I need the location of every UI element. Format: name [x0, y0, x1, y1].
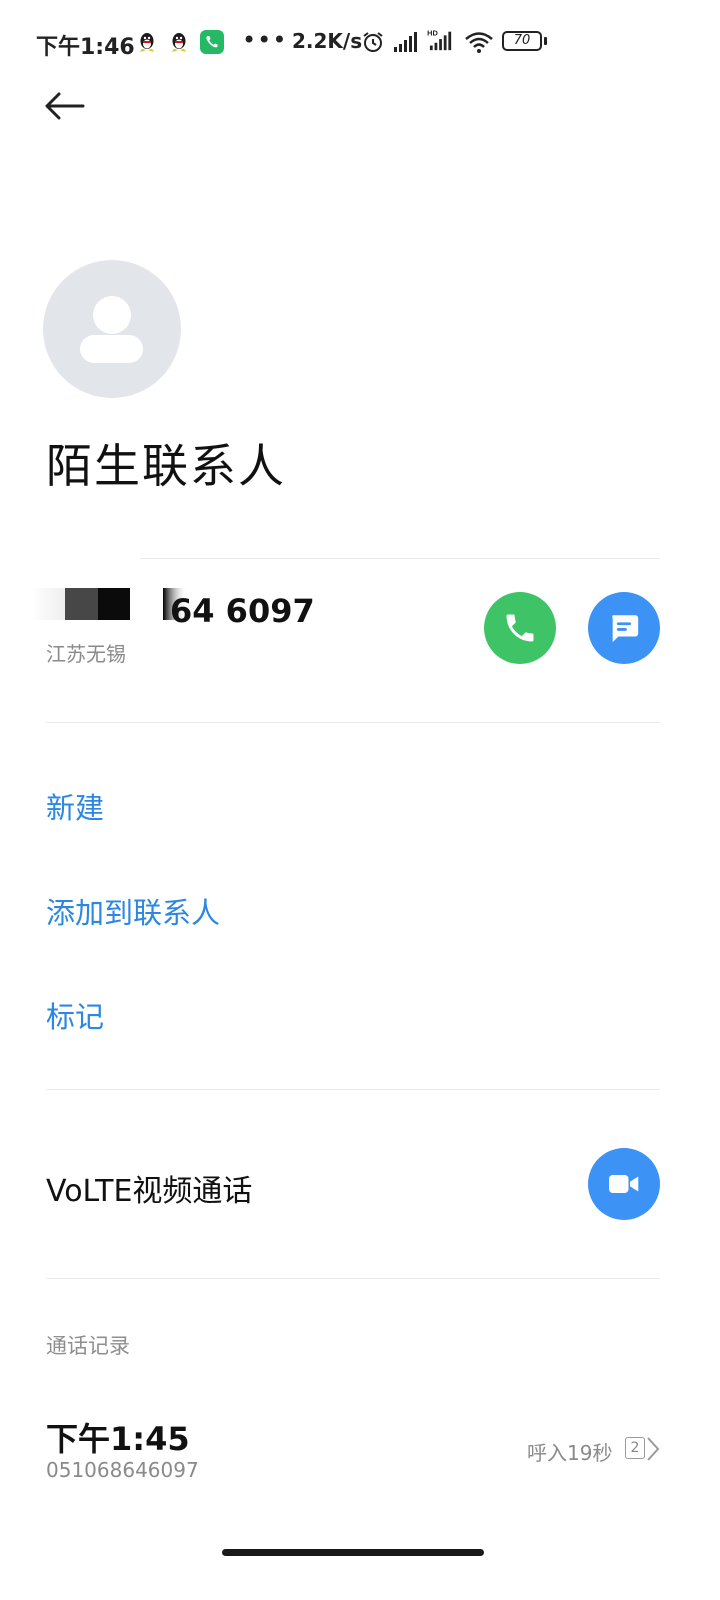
wifi-icon: [465, 32, 493, 53]
add-to-contacts-button[interactable]: 添加到联系人: [46, 890, 220, 932]
video-camera-icon: [609, 1175, 639, 1193]
message-button[interactable]: [588, 592, 660, 664]
status-time: 下午1:46: [36, 35, 135, 60]
phone-icon: [506, 614, 534, 642]
video-call-button[interactable]: [588, 1148, 660, 1220]
message-icon: [612, 615, 639, 643]
mark-button[interactable]: 标记: [46, 994, 104, 1036]
call-button[interactable]: [484, 592, 556, 664]
qq-icon: [172, 33, 186, 52]
divider: [46, 1278, 660, 1279]
alarm-icon: [363, 32, 383, 52]
back-arrow-icon: [45, 92, 85, 120]
more-dots-icon: •••: [242, 26, 288, 54]
person-icon: [80, 296, 143, 363]
avatar: [43, 260, 181, 398]
divider: [140, 558, 660, 559]
status-bar: 下午1:46 ••• 2.2K/s HD 70: [0, 0, 720, 84]
call-log-title: 通话记录: [46, 1334, 130, 1358]
back-button[interactable]: [40, 84, 88, 128]
call-log-detail: 呼入19秒: [527, 1441, 613, 1465]
call-log-number: 051068646097: [46, 1458, 199, 1482]
battery-icon: 70: [502, 31, 542, 51]
number-location: 江苏无锡: [46, 642, 126, 666]
network-speed: 2.2K/s: [292, 29, 363, 53]
home-indicator[interactable]: [222, 1549, 484, 1556]
divider: [46, 722, 660, 723]
divider: [46, 1089, 660, 1090]
chevron-right-icon[interactable]: [645, 1436, 661, 1462]
new-contact-button[interactable]: 新建: [46, 785, 104, 827]
volte-label: VoLTE视频通话: [46, 1174, 253, 1209]
hd-signal-icon: HD: [427, 28, 452, 51]
qq-icon: [140, 33, 154, 52]
call-log-time: 下午1:45: [46, 1420, 190, 1458]
phone-number[interactable]: 64 6097: [170, 592, 315, 630]
contact-name: 陌生联系人: [46, 439, 286, 493]
svg-text:HD: HD: [427, 28, 438, 37]
signal-icon: [394, 32, 417, 52]
phone-app-icon: [200, 30, 224, 54]
battery-tip: [544, 37, 547, 45]
battery-level: 70: [513, 33, 531, 48]
call-count-badge: 2: [625, 1437, 645, 1459]
